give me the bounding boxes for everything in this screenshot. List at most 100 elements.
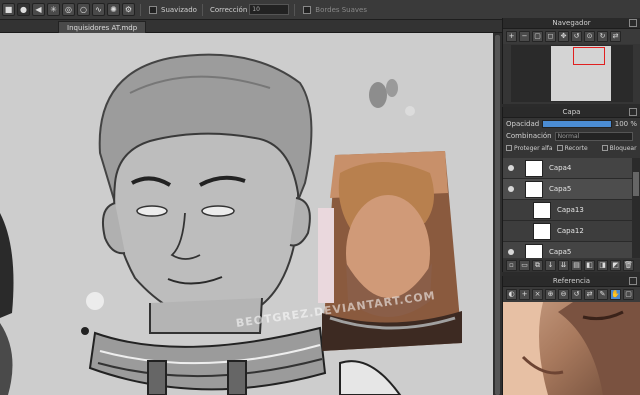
correction-label: Corrección [209, 5, 248, 14]
new-folder-icon[interactable]: ▤ [571, 260, 582, 271]
layer-row[interactable]: Capa13 [503, 200, 632, 221]
toolbar-divider [294, 3, 296, 16]
expand-icon[interactable]: ✥ [558, 31, 569, 42]
layer-down-icon[interactable]: ↓ [545, 260, 556, 271]
lasso-icon[interactable]: ∿ [92, 3, 105, 16]
antialias-checkbox[interactable] [149, 5, 157, 14]
layer-panel-title: Capa [503, 107, 640, 118]
layer-name: Capa5 [549, 185, 572, 193]
protect-alpha-checkbox[interactable] [506, 144, 512, 151]
layer-toolbar: ▫ ▭ ⧉ ↓ ⇊ ▤ ◧ ◨ ◩ 🗑 [503, 259, 640, 272]
reference-photo-layer [318, 151, 462, 351]
panel-pin-icon[interactable] [629, 277, 637, 285]
layer-row[interactable]: Capa5 [503, 179, 632, 200]
navigator-panel: Navegador + − ▢ ◻ ✥ ↺ ⊙ ↻ ⇄ [502, 18, 640, 104]
clipping-checkbox[interactable] [556, 144, 563, 151]
layer-mask-icon[interactable]: ◩ [610, 260, 621, 271]
zoom-in-icon[interactable]: + [506, 31, 517, 42]
merge-layer-icon[interactable]: ⇊ [558, 260, 569, 271]
flip-icon[interactable]: ⇄ [584, 289, 595, 300]
flip-icon[interactable]: ⇄ [610, 31, 621, 42]
tool-options-bar: ■ ● ◀ ✳ ◎ ○ ∿ ✺ ⚙ Suavizado Corrección 1… [0, 0, 640, 20]
layer-options-row: Proteger alfa Recorte Bloquear [503, 142, 640, 154]
reference-toolbar: ◐ + × ⊕ ⊖ ↺ ⇄ ✎ ✋ ▢ [503, 287, 640, 302]
layer-name: Capa13 [557, 206, 584, 214]
eye-icon[interactable] [508, 165, 514, 171]
blend-label: Combinación [506, 132, 552, 140]
lock-label: Bloquear [609, 144, 637, 152]
zoom-out-icon[interactable]: ⊖ [558, 289, 569, 300]
opacity-row: Opacidad 100 % [503, 118, 640, 130]
navigator-title: Navegador [503, 18, 640, 29]
rotate-right-icon[interactable]: ↻ [597, 31, 608, 42]
duplicate-layer-icon[interactable]: ⧉ [532, 260, 543, 271]
scrollbar-thumb[interactable] [633, 172, 639, 196]
blend-mode-select[interactable]: Normal [554, 131, 633, 141]
document-tab[interactable]: Inquisidores AT.mdp [58, 21, 147, 33]
layer-name: Capa4 [549, 164, 572, 172]
reference-image[interactable] [503, 302, 640, 395]
layer-name: Capa5 [549, 248, 572, 256]
layer-name: Capa12 [557, 227, 584, 235]
layer-row[interactable]: Capa5 [503, 242, 632, 258]
panel-pin-icon[interactable] [629, 108, 637, 116]
layers-list: Capa4 Capa5 Capa13 Capa12 Capa5 [503, 158, 632, 258]
reference-panel: Referencia ◐ + × ⊕ ⊖ ↺ ⇄ ✎ ✋ ▢ [502, 276, 640, 395]
toolbar-divider [140, 3, 141, 16]
reference-photo [503, 302, 640, 395]
eyedropper-icon[interactable]: ✎ [597, 289, 608, 300]
reference-title-text: Referencia [552, 277, 591, 285]
new-vector-layer-icon[interactable]: ▭ [519, 260, 530, 271]
protect-alpha-option[interactable]: Proteger alfa [506, 144, 553, 152]
actual-size-icon[interactable]: ◻ [545, 31, 556, 42]
arrow-left-icon[interactable]: ◀ [32, 3, 45, 16]
sparkle-icon[interactable]: ✺ [107, 3, 120, 16]
correction-select[interactable]: 10 [249, 4, 290, 15]
clear-layer-icon[interactable]: ◧ [584, 260, 595, 271]
settings-icon[interactable]: ⚙ [122, 3, 135, 16]
reset-rotation-icon[interactable]: ⊙ [584, 31, 595, 42]
panel-pin-icon[interactable] [629, 19, 637, 27]
open-reference-icon[interactable]: ◐ [506, 289, 517, 300]
add-reference-icon[interactable]: + [519, 289, 530, 300]
layer-properties-icon[interactable]: ◨ [597, 260, 608, 271]
eye-icon[interactable] [508, 186, 514, 192]
drawing-canvas[interactable]: BEOTGREZ.DEVIANTART.COM [0, 33, 502, 395]
circle-icon[interactable]: ○ [77, 3, 90, 16]
rotate-icon[interactable]: ↺ [571, 289, 582, 300]
navigator-viewport-rect[interactable] [573, 47, 605, 65]
layer-row[interactable]: Capa12 [503, 221, 632, 242]
hand-icon[interactable]: ✋ [610, 289, 621, 300]
blend-row: Combinación Normal [503, 130, 640, 142]
canvas-vertical-scrollbar[interactable] [493, 33, 502, 395]
delete-layer-icon[interactable]: 🗑 [623, 260, 634, 271]
zoom-out-icon[interactable]: − [519, 31, 530, 42]
fit-view-icon[interactable]: ▢ [532, 31, 543, 42]
navigator-toolbar: + − ▢ ◻ ✥ ↺ ⊙ ↻ ⇄ [503, 29, 640, 44]
reference-title: Referencia [503, 276, 640, 287]
rotate-left-icon[interactable]: ↺ [571, 31, 582, 42]
gradient-ring-icon[interactable]: ◎ [62, 3, 75, 16]
soft-edges-checkbox[interactable] [303, 5, 312, 14]
layers-scrollbar[interactable] [632, 158, 640, 258]
close-reference-icon[interactable]: × [532, 289, 543, 300]
layer-panel-title-text: Capa [562, 108, 581, 116]
square-brush-icon[interactable]: ■ [2, 3, 15, 16]
eye-icon[interactable] [508, 249, 514, 255]
scrollbar-thumb[interactable] [495, 35, 500, 395]
lock-checkbox[interactable] [601, 144, 608, 151]
layer-thumbnail [533, 223, 551, 240]
navigator-thumbnail[interactable] [511, 45, 633, 102]
new-layer-icon[interactable]: ▫ [506, 260, 517, 271]
layer-row[interactable]: Capa4 [503, 158, 632, 179]
canvas-artwork [0, 33, 502, 395]
lock-option[interactable]: Bloquear [601, 144, 637, 152]
zoom-in-icon[interactable]: ⊕ [545, 289, 556, 300]
opacity-slider[interactable] [542, 120, 612, 128]
document-tab-bar: Inquisidores AT.mdp [0, 20, 502, 33]
round-brush-icon[interactable]: ● [17, 3, 30, 16]
clipping-option[interactable]: Recorte [556, 144, 588, 152]
layer-panel: Capa Opacidad 100 % Combinación Normal P… [502, 107, 640, 272]
fit-icon[interactable]: ▢ [623, 289, 634, 300]
starburst-icon[interactable]: ✳ [47, 3, 60, 16]
